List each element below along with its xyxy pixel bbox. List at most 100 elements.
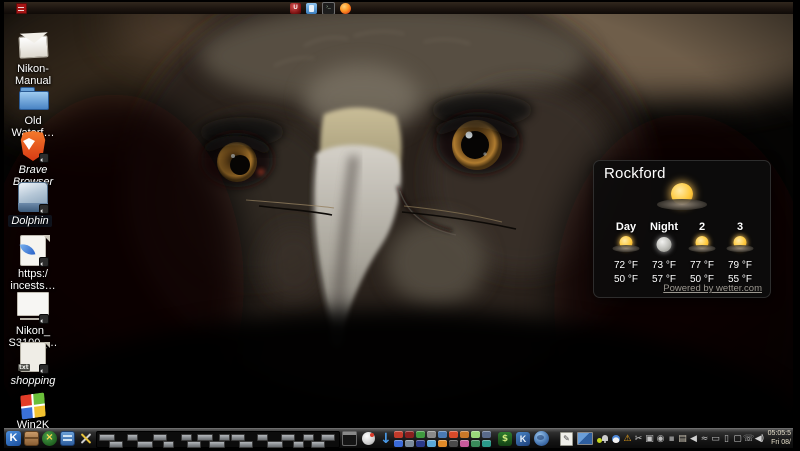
launcher-mini-icon[interactable] xyxy=(416,430,425,438)
tray-icon[interactable]: ☏ xyxy=(743,432,754,446)
launcher-mini-icon[interactable] xyxy=(449,439,458,447)
pager-window[interactable] xyxy=(267,441,283,448)
gnucash-icon[interactable]: $ xyxy=(498,431,512,446)
system-tools-icon[interactable] xyxy=(78,431,93,446)
pager-window[interactable] xyxy=(153,434,167,441)
red-app-icon[interactable]: U xyxy=(290,2,301,14)
sphere-app-icon[interactable] xyxy=(362,432,375,445)
launcher-mini-icon[interactable] xyxy=(427,439,436,447)
desktop-icon-dolphin[interactable]: Dolphin xyxy=(4,180,62,228)
download-arrow-icon[interactable]: ↓ xyxy=(380,432,392,446)
pager-window[interactable] xyxy=(239,441,253,448)
sun-cloud-icon xyxy=(654,183,710,215)
pager-window[interactable] xyxy=(181,434,192,441)
symlink-badge xyxy=(39,153,49,163)
brave-icon-wrap xyxy=(16,131,50,163)
tray-icon[interactable]: ▭ xyxy=(710,432,720,446)
file-manager-icon[interactable] xyxy=(60,431,75,446)
launcher-mini-icon[interactable] xyxy=(427,430,436,438)
tray-icon[interactable]: ▣ xyxy=(644,432,654,446)
image-file-icon xyxy=(17,292,49,316)
forecast-high-temp: 79 °F xyxy=(727,260,752,271)
desktop-icon-label-selected: Dolphin xyxy=(4,215,62,228)
launcher-mini-icon[interactable] xyxy=(482,439,491,447)
tray-icon[interactable]: ◉ xyxy=(655,432,665,446)
launcher-mini-icon[interactable] xyxy=(416,439,425,447)
launcher-mini-icon[interactable] xyxy=(394,430,403,438)
tray-icon[interactable] xyxy=(611,432,621,446)
weather-provider-link[interactable]: Powered by wetter.com xyxy=(663,283,762,294)
kde-app-icon[interactable]: K xyxy=(516,431,530,446)
pager-window[interactable] xyxy=(127,434,138,441)
pager-window[interactable] xyxy=(109,441,123,448)
tray-icon[interactable]: ▪ xyxy=(666,432,676,446)
bottom-panel: K × ↓ $ K ✎ ⚠ ✂ ▣ ◉ ▪ ▤ ◀ ≈ ▭ ▯ ▢ ☏ ◀) 0… xyxy=(4,428,793,448)
desktop-surface[interactable]: Nikon-Manual OldWaterf… BraveBrowser Dol… xyxy=(4,14,793,431)
forecast-weather-icon xyxy=(611,235,641,257)
tray-icon[interactable]: ▯ xyxy=(721,432,731,446)
games-icon[interactable]: × xyxy=(42,431,57,446)
tray-icon[interactable]: ≈ xyxy=(699,432,709,446)
terminal-icon[interactable]: ›_ xyxy=(322,1,335,15)
kde-menu-icon[interactable]: K xyxy=(6,431,21,446)
pager-window[interactable] xyxy=(137,441,153,448)
launcher-mini-icon[interactable] xyxy=(449,430,458,438)
launcher-mini-icon[interactable] xyxy=(394,439,403,447)
doc-icon-wrap xyxy=(16,235,50,267)
launcher-mini-icon[interactable] xyxy=(471,439,480,447)
panel-mid-icons: ↓ xyxy=(342,429,392,448)
package-icon[interactable] xyxy=(24,431,39,446)
launcher-mini-icon[interactable] xyxy=(471,430,480,438)
launcher-mini-icon[interactable] xyxy=(460,439,469,447)
forecast-column: 3 79 °F 55 °F xyxy=(721,221,759,285)
display-settings-icon[interactable] xyxy=(577,432,593,445)
desktop-icon-https-incests[interactable]: https:/incests… xyxy=(4,234,62,293)
weather-widget[interactable]: Rockford Day 72 °F 50 °F Night 73 °F 57 … xyxy=(593,160,771,298)
clock[interactable]: 05:05:5 Fri 08/ xyxy=(755,430,791,447)
tray-icon[interactable]: ◀ xyxy=(688,432,698,446)
symlink-badge xyxy=(39,364,49,374)
launcher-mini-icon[interactable] xyxy=(482,430,491,438)
firefox-icon[interactable] xyxy=(340,2,351,14)
tray-icon[interactable]: ▤ xyxy=(677,432,687,446)
desktop-icon-label: shopping xyxy=(10,375,56,387)
forecast-column: 2 77 °F 50 °F xyxy=(683,221,721,285)
pager-window[interactable] xyxy=(281,434,295,441)
terminal-icon[interactable] xyxy=(342,431,357,446)
pager-window[interactable] xyxy=(231,434,245,441)
clipboard-icon[interactable] xyxy=(306,2,317,14)
pager-window[interactable] xyxy=(219,434,230,441)
pager-window[interactable] xyxy=(303,434,314,441)
symlink-badge xyxy=(39,314,49,324)
forecast-low-temp: 50 °F xyxy=(613,274,638,285)
symlink-badge xyxy=(39,257,49,267)
panel-menu-icon[interactable] xyxy=(16,3,27,14)
notes-icon[interactable]: ✎ xyxy=(560,431,573,446)
tray-icon[interactable] xyxy=(600,432,610,446)
desktop-icon-shopping[interactable]: txt shopping xyxy=(4,340,62,387)
pager-window[interactable] xyxy=(99,434,115,441)
tray-icon[interactable]: ▢ xyxy=(732,432,742,446)
pager-window[interactable] xyxy=(257,434,268,441)
desktop-icon-nikon-manual[interactable]: Nikon- Manual xyxy=(4,30,62,88)
symlink-badge xyxy=(39,204,49,214)
launcher-mini-icon[interactable] xyxy=(438,439,447,447)
workspace-pager[interactable] xyxy=(96,431,340,448)
pager-window[interactable] xyxy=(321,434,335,441)
web-globe-icon[interactable] xyxy=(534,431,549,446)
launcher-mini-icon[interactable] xyxy=(405,430,414,438)
pager-window[interactable] xyxy=(197,434,213,441)
pager-window[interactable] xyxy=(293,441,304,448)
forecast-label: Night xyxy=(649,221,679,233)
txt-tag: txt xyxy=(18,364,30,371)
pager-window[interactable] xyxy=(187,441,201,448)
launcher-mini-icon[interactable] xyxy=(460,430,469,438)
desktop-icon-win2k[interactable]: Win2K xyxy=(4,390,62,431)
launcher-mini-icon[interactable] xyxy=(405,439,414,447)
pager-window[interactable] xyxy=(163,441,174,448)
tray-icon[interactable]: ✂ xyxy=(633,432,643,446)
pager-window[interactable] xyxy=(209,441,225,448)
tray-icon[interactable]: ⚠ xyxy=(622,432,632,446)
pager-window[interactable] xyxy=(311,441,325,448)
launcher-mini-icon[interactable] xyxy=(438,430,447,438)
